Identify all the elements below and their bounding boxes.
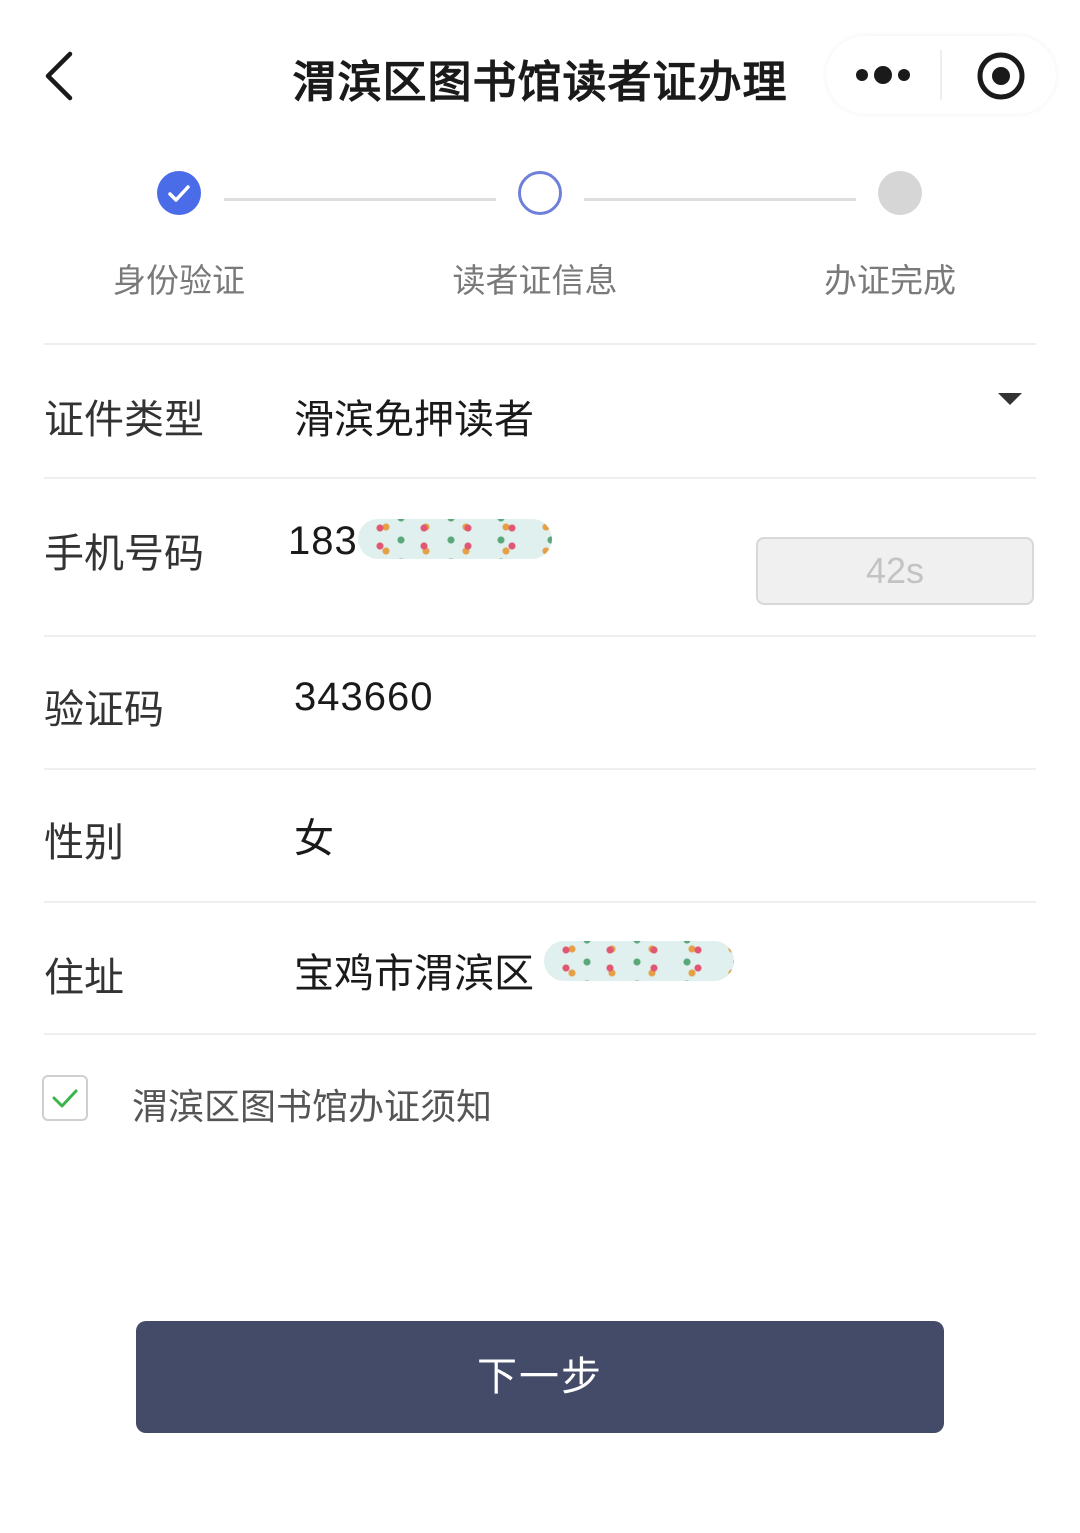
chevron-left-icon — [45, 51, 73, 101]
phone-input[interactable]: 183 — [288, 519, 358, 564]
divider — [44, 1033, 1036, 1035]
step-label: 办证完成 — [824, 261, 956, 300]
step-done-icon — [157, 171, 201, 215]
page-title: 渭滨区图书馆读者证办理 — [292, 57, 788, 108]
step-label: 读者证信息 — [452, 261, 618, 300]
step-pending-icon — [878, 171, 922, 215]
back-button[interactable] — [40, 48, 84, 104]
phone-row: 手机号码 183 42s — [44, 477, 1036, 636]
next-step-button[interactable]: 下一步 — [136, 1321, 944, 1433]
dropdown-arrow-icon[interactable] — [998, 393, 1022, 405]
card-type-select[interactable]: 滑滨免押读者 — [294, 387, 534, 445]
field-label: 证件类型 — [44, 397, 204, 443]
card-type-row[interactable]: 证件类型 滑滨免押读者 — [44, 343, 1036, 478]
more-button[interactable] — [854, 58, 914, 92]
field-label: 性别 — [44, 820, 124, 866]
more-dots-icon — [856, 66, 910, 84]
field-label: 住址 — [44, 955, 124, 1001]
nav-bar: 渭滨区图书馆读者证办理 — [0, 0, 1080, 150]
field-label: 验证码 — [44, 687, 164, 733]
gender-field[interactable]: 女 — [294, 806, 334, 864]
mini-program-capsule — [826, 36, 1056, 114]
address-row: 住址 宝鸡市渭滨区 — [44, 901, 1036, 1035]
progress-steps: 身份验证 读者证信息 办证完成 — [0, 150, 1080, 330]
capsule-divider — [940, 50, 942, 100]
agreement-link[interactable]: 渭滨区图书馆办证须知 — [132, 1078, 492, 1130]
field-label: 手机号码 — [44, 531, 204, 577]
verify-code-input[interactable]: 343660 — [294, 675, 433, 720]
address-input[interactable]: 宝鸡市渭滨区 — [294, 941, 534, 999]
gender-row: 性别 女 — [44, 768, 1036, 902]
step-connector — [224, 198, 496, 201]
step-connector — [584, 198, 856, 201]
agreement-checkbox[interactable] — [42, 1075, 88, 1121]
record-circle-icon — [977, 52, 1025, 100]
redaction-mask — [544, 941, 734, 981]
close-button[interactable] — [976, 51, 1026, 101]
verify-code-row: 验证码 343660 — [44, 635, 1036, 769]
redaction-mask — [358, 519, 552, 559]
checkmark-icon — [52, 1089, 78, 1108]
step-label: 身份验证 — [113, 261, 245, 300]
step-current-icon — [518, 171, 562, 215]
send-code-button[interactable]: 42s — [756, 537, 1034, 605]
